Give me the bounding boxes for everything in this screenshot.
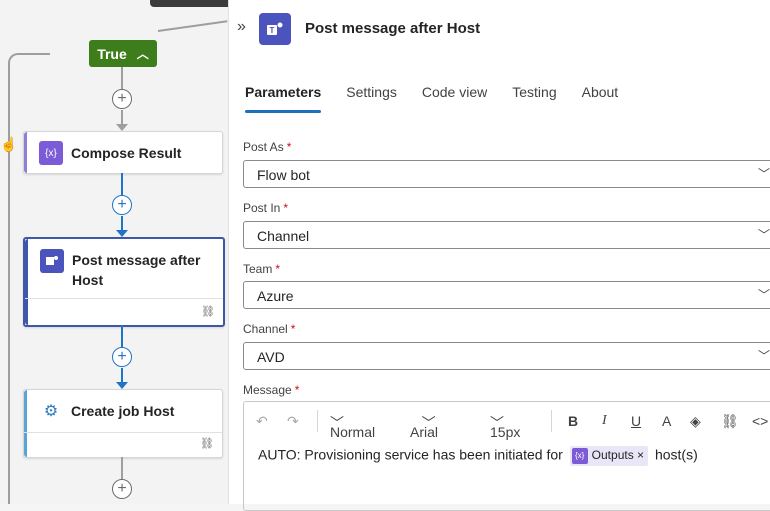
card-accent-strip	[24, 132, 27, 173]
connector-line	[121, 173, 123, 195]
branch-line-left	[8, 53, 50, 85]
connector-arrow	[116, 382, 128, 389]
team-label: Team *	[243, 262, 281, 276]
condition-true-badge[interactable]: True ︿	[89, 40, 157, 67]
link-icon[interactable]: ⛓	[200, 437, 214, 450]
card-footer	[24, 432, 222, 433]
add-step-button[interactable]: +	[112, 195, 132, 215]
condition-true-label: True	[97, 45, 127, 62]
card-accent-strip	[24, 390, 27, 457]
message-label: Message *	[243, 383, 300, 397]
panel-title: Post message after Host	[305, 20, 481, 37]
teams-icon	[40, 249, 64, 273]
message-text-suffix: host(s)	[654, 446, 698, 463]
token-label: Outputs	[591, 448, 634, 463]
team-value: Azure	[257, 288, 294, 304]
channel-value: AVD	[257, 349, 285, 365]
editor-toolbar: ↶ ↷ Normal ﹀ Arial ﹀ 15px ﹀ B I U A ◈ ⛓ …	[244, 402, 770, 442]
outputs-token[interactable]: {x} Outputs ×	[569, 446, 649, 466]
code-icon[interactable]: <>	[752, 413, 768, 429]
font-color-icon[interactable]: A	[662, 413, 671, 429]
connector-line	[121, 457, 123, 479]
compose-result-card[interactable]: {x} Compose Result	[23, 131, 223, 174]
tab-testing[interactable]: Testing	[512, 84, 556, 113]
underline-icon[interactable]: U	[631, 413, 641, 429]
link-icon[interactable]: ⛓	[721, 413, 739, 430]
add-step-button[interactable]: +	[112, 89, 132, 109]
chevron-down-icon: ﹀	[758, 228, 770, 242]
connector-line	[121, 67, 123, 89]
bold-icon[interactable]: B	[568, 413, 578, 429]
chevron-down-icon: ﹀	[758, 288, 770, 302]
tab-code-view[interactable]: Code view	[422, 84, 487, 113]
connector-arrow	[116, 124, 128, 131]
card-accent-strip	[25, 239, 28, 325]
message-editor[interactable]: ↶ ↷ Normal ﹀ Arial ﹀ 15px ﹀ B I U A ◈ ⛓ …	[243, 401, 770, 511]
chevron-up-icon[interactable]: ︿	[137, 45, 149, 62]
compose-icon: {x}	[39, 141, 63, 165]
toolbar-divider	[551, 410, 552, 432]
create-job-card[interactable]: ⚙ Create job Host ⛓	[23, 389, 223, 458]
flow-canvas: True ︿ + ☝ {x} Compose Result + Post mes…	[0, 0, 228, 504]
post-in-value: Channel	[257, 228, 310, 244]
hand-cursor-icon: ☝	[0, 136, 18, 152]
undo-icon[interactable]: ↶	[256, 413, 268, 430]
connector-line	[121, 216, 123, 230]
redo-icon[interactable]: ↷	[287, 413, 299, 430]
toolbar-divider	[317, 410, 318, 432]
branch-line-incoming	[157, 20, 228, 32]
highlight-icon[interactable]: ◈	[690, 413, 701, 430]
connector-arrow	[116, 230, 128, 237]
card-footer	[25, 298, 223, 299]
connector-line	[121, 110, 123, 124]
connector-line	[121, 325, 123, 347]
link-icon[interactable]: ⛓	[201, 305, 215, 318]
post-in-dropdown[interactable]: Channel ﹀	[243, 221, 770, 249]
add-step-button[interactable]: +	[112, 479, 132, 499]
chevron-down-icon: ﹀	[758, 349, 770, 363]
card-title: Compose Result	[71, 145, 182, 161]
tab-parameters[interactable]: Parameters	[245, 84, 322, 113]
post-message-card[interactable]: Post message after Host ⛓	[23, 237, 225, 327]
card-title: Post message after Host	[72, 250, 200, 290]
post-as-label: Post As *	[243, 140, 292, 154]
font-size-select[interactable]: 15px ﹀	[490, 413, 520, 440]
tab-about[interactable]: About	[582, 84, 619, 113]
action-details-panel: » T Post message after Host Parameters S…	[228, 0, 770, 511]
post-as-dropdown[interactable]: Flow bot ﹀	[243, 160, 770, 188]
teams-icon: T	[259, 13, 291, 45]
card-title-line2: Host	[72, 272, 104, 288]
tab-settings[interactable]: Settings	[346, 84, 397, 113]
channel-dropdown[interactable]: AVD ﹀	[243, 342, 770, 370]
text-style-select[interactable]: Normal ﹀	[330, 413, 375, 440]
team-dropdown[interactable]: Azure ﹀	[243, 281, 770, 309]
compose-icon: {x}	[571, 448, 588, 464]
connector-line	[121, 368, 123, 382]
collapse-panel-icon[interactable]: »	[237, 18, 246, 36]
message-content[interactable]: AUTO: Provisioning service has been init…	[258, 446, 698, 466]
post-in-label: Post In *	[243, 201, 289, 215]
post-as-value: Flow bot	[257, 167, 310, 183]
card-title-line1: Post message after	[72, 252, 201, 268]
channel-label: Channel *	[243, 322, 296, 336]
font-family-select[interactable]: Arial ﹀	[410, 413, 438, 440]
message-text: AUTO: Provisioning service has been init…	[258, 446, 563, 463]
svg-text:T: T	[270, 26, 275, 35]
card-title: Create job Host	[71, 403, 175, 419]
add-step-button[interactable]: +	[112, 347, 132, 367]
automation-icon: ⚙	[39, 399, 63, 423]
panel-tabs: Parameters Settings Code view Testing Ab…	[245, 84, 618, 113]
remove-token-icon[interactable]: ×	[637, 448, 644, 462]
canvas-top-node-edge	[150, 0, 228, 7]
italic-icon[interactable]: I	[602, 413, 607, 429]
chevron-down-icon: ﹀	[758, 167, 770, 181]
